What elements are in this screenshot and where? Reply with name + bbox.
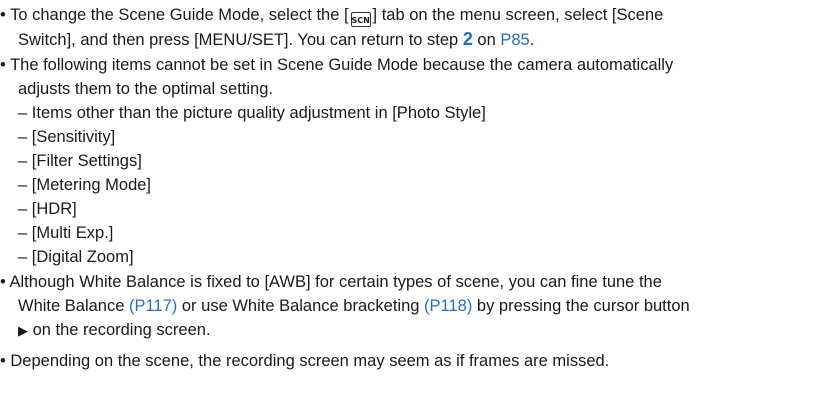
list-item-text: [Digital Zoom] xyxy=(31,248,134,266)
p1-text-c: Switch], and then press [MENU/SET]. You … xyxy=(18,31,463,49)
p1-line2: Switch], and then press [MENU/SET]. You … xyxy=(18,28,534,50)
scn-tab-icon: SCN xyxy=(350,12,371,27)
list-item-text: [HDR] xyxy=(31,200,77,218)
p3-text-2b: or use White Balance bracketing xyxy=(177,297,425,315)
list-item-text: [Metering Mode] xyxy=(31,176,152,194)
p4-text-1: Depending on the scene, the recording sc… xyxy=(10,352,610,370)
manual-page: • To change the Scene Guide Mode, select… xyxy=(0,0,833,399)
bullet: • xyxy=(0,6,6,24)
dash: – xyxy=(18,248,28,266)
p3-line3: ▶ on the recording screen. xyxy=(18,319,211,341)
page-link-p117[interactable]: (P117) xyxy=(129,297,177,315)
list-item: – [HDR] xyxy=(18,198,77,220)
list-item: – [Sensitivity] xyxy=(18,126,115,148)
bullet: • xyxy=(0,56,6,74)
p3-text-2a: White Balance xyxy=(18,297,129,315)
list-item-text: [Multi Exp.] xyxy=(31,224,114,242)
p1-line1: • To change the Scene Guide Mode, select… xyxy=(0,4,664,27)
p2-line1: • The following items cannot be set in S… xyxy=(0,54,673,76)
list-item: – [Multi Exp.] xyxy=(18,222,113,244)
p3-text-3: on the recording screen. xyxy=(28,321,211,339)
right-triangle-icon: ▶ xyxy=(18,324,28,339)
list-item-text: Items other than the picture quality adj… xyxy=(31,104,486,122)
p3-line2: White Balance (P117) or use White Balanc… xyxy=(18,295,690,317)
list-item: – Items other than the picture quality a… xyxy=(18,102,486,124)
list-item-text: [Sensitivity] xyxy=(31,128,116,146)
p1-text-e: . xyxy=(529,31,535,49)
p3-line1: • Although White Balance is fixed to [AW… xyxy=(0,271,662,293)
list-item-text: [Filter Settings] xyxy=(31,152,142,170)
list-item: – [Digital Zoom] xyxy=(18,246,134,268)
bullet: • xyxy=(0,352,6,370)
dash: – xyxy=(18,224,28,242)
p2-text-2: adjusts them to the optimal setting. xyxy=(18,80,273,98)
dash: – xyxy=(18,104,28,122)
p4-line1: • Depending on the scene, the recording … xyxy=(0,350,609,372)
p1-text-b: ] tab on the menu screen, select [Scene xyxy=(372,6,664,24)
p1-text-d: on xyxy=(472,31,501,49)
page-link-p118[interactable]: (P118) xyxy=(424,297,472,315)
p2-line2: adjusts them to the optimal setting. xyxy=(18,78,273,100)
dash: – xyxy=(18,200,28,218)
step-number: 2 xyxy=(462,29,473,49)
p1-text-a: To change the Scene Guide Mode, select t… xyxy=(10,6,349,24)
p3-text-1: Although White Balance is fixed to [AWB]… xyxy=(9,273,662,291)
list-item: – [Filter Settings] xyxy=(18,150,142,172)
list-item: – [Metering Mode] xyxy=(18,174,151,196)
p2-text-1: The following items cannot be set in Sce… xyxy=(10,56,674,74)
page-link-p85[interactable]: P85 xyxy=(500,31,529,49)
bullet: • xyxy=(0,273,6,291)
dash: – xyxy=(18,176,28,194)
dash: – xyxy=(18,128,28,146)
p3-text-2c: by pressing the cursor button xyxy=(472,297,690,315)
dash: – xyxy=(18,152,28,170)
